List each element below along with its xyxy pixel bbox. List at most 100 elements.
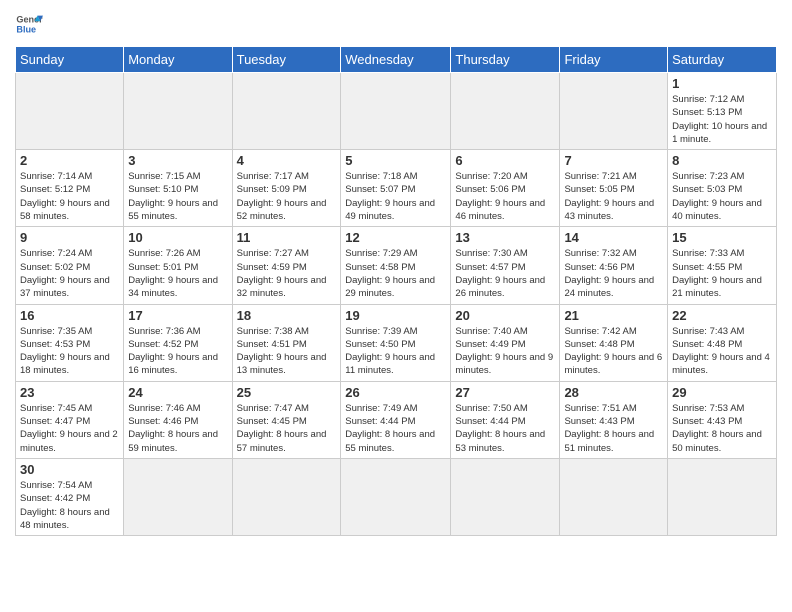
day-cell bbox=[232, 73, 341, 150]
week-row-5: 30 Sunrise: 7:54 AM Sunset: 4:42 PM Dayli… bbox=[16, 458, 777, 535]
day-info: Sunrise: 7:51 AM Sunset: 4:43 PM Dayligh… bbox=[564, 402, 663, 455]
day-number: 12 bbox=[345, 230, 446, 245]
day-cell: 7 Sunrise: 7:21 AM Sunset: 5:05 PM Daylig… bbox=[560, 150, 668, 227]
day-cell bbox=[16, 73, 124, 150]
day-number: 10 bbox=[128, 230, 227, 245]
day-info: Sunrise: 7:23 AM Sunset: 5:03 PM Dayligh… bbox=[672, 170, 772, 223]
weekday-monday: Monday bbox=[124, 47, 232, 73]
week-row-0: 1Sunrise: 7:12 AM Sunset: 5:13 PM Daylig… bbox=[16, 73, 777, 150]
day-cell: 22 Sunrise: 7:43 AM Sunset: 4:48 PM Dayli… bbox=[668, 304, 777, 381]
day-info: Sunrise: 7:46 AM Sunset: 4:46 PM Dayligh… bbox=[128, 402, 227, 455]
day-number: 24 bbox=[128, 385, 227, 400]
day-number: 21 bbox=[564, 308, 663, 323]
logo-icon: General Blue bbox=[15, 10, 43, 38]
week-row-3: 16 Sunrise: 7:35 AM Sunset: 4:53 PM Dayli… bbox=[16, 304, 777, 381]
day-cell: 8 Sunrise: 7:23 AM Sunset: 5:03 PM Daylig… bbox=[668, 150, 777, 227]
day-cell bbox=[668, 458, 777, 535]
day-info: Sunrise: 7:26 AM Sunset: 5:01 PM Dayligh… bbox=[128, 247, 227, 300]
day-cell: 12 Sunrise: 7:29 AM Sunset: 4:58 PM Dayli… bbox=[341, 227, 451, 304]
day-info: Sunrise: 7:50 AM Sunset: 4:44 PM Dayligh… bbox=[455, 402, 555, 455]
day-cell: 25 Sunrise: 7:47 AM Sunset: 4:45 PM Dayli… bbox=[232, 381, 341, 458]
day-info: Sunrise: 7:21 AM Sunset: 5:05 PM Dayligh… bbox=[564, 170, 663, 223]
logo: General Blue bbox=[15, 10, 35, 38]
day-info: Sunrise: 7:43 AM Sunset: 4:48 PM Dayligh… bbox=[672, 325, 772, 378]
day-info: Sunrise: 7:54 AM Sunset: 4:42 PM Dayligh… bbox=[20, 479, 119, 532]
day-cell: 15Sunrise: 7:33 AM Sunset: 4:55 PM Dayli… bbox=[668, 227, 777, 304]
day-info: Sunrise: 7:40 AM Sunset: 4:49 PM Dayligh… bbox=[455, 325, 555, 378]
day-info: Sunrise: 7:24 AM Sunset: 5:02 PM Dayligh… bbox=[20, 247, 119, 300]
day-info: Sunrise: 7:17 AM Sunset: 5:09 PM Dayligh… bbox=[237, 170, 337, 223]
day-cell: 11Sunrise: 7:27 AM Sunset: 4:59 PM Dayli… bbox=[232, 227, 341, 304]
day-cell: 17 Sunrise: 7:36 AM Sunset: 4:52 PM Dayli… bbox=[124, 304, 232, 381]
day-cell: 19 Sunrise: 7:39 AM Sunset: 4:50 PM Dayli… bbox=[341, 304, 451, 381]
day-cell: 4 Sunrise: 7:17 AM Sunset: 5:09 PM Daylig… bbox=[232, 150, 341, 227]
day-info: Sunrise: 7:35 AM Sunset: 4:53 PM Dayligh… bbox=[20, 325, 119, 378]
day-info: Sunrise: 7:49 AM Sunset: 4:44 PM Dayligh… bbox=[345, 402, 446, 455]
day-info: Sunrise: 7:45 AM Sunset: 4:47 PM Dayligh… bbox=[20, 402, 119, 455]
day-number: 30 bbox=[20, 462, 119, 477]
day-info: Sunrise: 7:36 AM Sunset: 4:52 PM Dayligh… bbox=[128, 325, 227, 378]
day-cell: 13 Sunrise: 7:30 AM Sunset: 4:57 PM Dayli… bbox=[451, 227, 560, 304]
day-number: 8 bbox=[672, 153, 772, 168]
day-cell: 1Sunrise: 7:12 AM Sunset: 5:13 PM Daylig… bbox=[668, 73, 777, 150]
day-number: 13 bbox=[455, 230, 555, 245]
day-info: Sunrise: 7:14 AM Sunset: 5:12 PM Dayligh… bbox=[20, 170, 119, 223]
day-number: 22 bbox=[672, 308, 772, 323]
header-area: General Blue bbox=[15, 10, 777, 38]
day-number: 25 bbox=[237, 385, 337, 400]
day-cell: 14 Sunrise: 7:32 AM Sunset: 4:56 PM Dayli… bbox=[560, 227, 668, 304]
day-cell bbox=[451, 73, 560, 150]
day-number: 17 bbox=[128, 308, 227, 323]
day-number: 26 bbox=[345, 385, 446, 400]
week-row-2: 9 Sunrise: 7:24 AM Sunset: 5:02 PM Daylig… bbox=[16, 227, 777, 304]
day-number: 29 bbox=[672, 385, 772, 400]
weekday-sunday: Sunday bbox=[16, 47, 124, 73]
day-number: 9 bbox=[20, 230, 119, 245]
day-number: 27 bbox=[455, 385, 555, 400]
weekday-friday: Friday bbox=[560, 47, 668, 73]
day-cell: 3 Sunrise: 7:15 AM Sunset: 5:10 PM Daylig… bbox=[124, 150, 232, 227]
week-row-1: 2 Sunrise: 7:14 AM Sunset: 5:12 PM Daylig… bbox=[16, 150, 777, 227]
day-number: 19 bbox=[345, 308, 446, 323]
day-info: Sunrise: 7:53 AM Sunset: 4:43 PM Dayligh… bbox=[672, 402, 772, 455]
day-number: 4 bbox=[237, 153, 337, 168]
weekday-header-row: SundayMondayTuesdayWednesdayThursdayFrid… bbox=[16, 47, 777, 73]
day-number: 18 bbox=[237, 308, 337, 323]
day-number: 3 bbox=[128, 153, 227, 168]
day-info: Sunrise: 7:20 AM Sunset: 5:06 PM Dayligh… bbox=[455, 170, 555, 223]
day-cell: 23Sunrise: 7:45 AM Sunset: 4:47 PM Dayli… bbox=[16, 381, 124, 458]
day-info: Sunrise: 7:38 AM Sunset: 4:51 PM Dayligh… bbox=[237, 325, 337, 378]
day-info: Sunrise: 7:29 AM Sunset: 4:58 PM Dayligh… bbox=[345, 247, 446, 300]
day-number: 16 bbox=[20, 308, 119, 323]
day-cell bbox=[560, 73, 668, 150]
day-cell: 5Sunrise: 7:18 AM Sunset: 5:07 PM Daylig… bbox=[341, 150, 451, 227]
day-cell: 28Sunrise: 7:51 AM Sunset: 4:43 PM Dayli… bbox=[560, 381, 668, 458]
day-cell: 10 Sunrise: 7:26 AM Sunset: 5:01 PM Dayli… bbox=[124, 227, 232, 304]
day-number: 2 bbox=[20, 153, 119, 168]
day-info: Sunrise: 7:47 AM Sunset: 4:45 PM Dayligh… bbox=[237, 402, 337, 455]
svg-text:Blue: Blue bbox=[16, 24, 36, 34]
day-cell: 24 Sunrise: 7:46 AM Sunset: 4:46 PM Dayli… bbox=[124, 381, 232, 458]
day-cell: 18 Sunrise: 7:38 AM Sunset: 4:51 PM Dayli… bbox=[232, 304, 341, 381]
day-cell: 30 Sunrise: 7:54 AM Sunset: 4:42 PM Dayli… bbox=[16, 458, 124, 535]
day-number: 15 bbox=[672, 230, 772, 245]
day-cell: 27 Sunrise: 7:50 AM Sunset: 4:44 PM Dayli… bbox=[451, 381, 560, 458]
day-cell bbox=[124, 73, 232, 150]
day-number: 7 bbox=[564, 153, 663, 168]
day-info: Sunrise: 7:15 AM Sunset: 5:10 PM Dayligh… bbox=[128, 170, 227, 223]
day-number: 14 bbox=[564, 230, 663, 245]
weekday-wednesday: Wednesday bbox=[341, 47, 451, 73]
day-cell: 21 Sunrise: 7:42 AM Sunset: 4:48 PM Dayli… bbox=[560, 304, 668, 381]
day-info: Sunrise: 7:30 AM Sunset: 4:57 PM Dayligh… bbox=[455, 247, 555, 300]
day-number: 6 bbox=[455, 153, 555, 168]
day-info: Sunrise: 7:39 AM Sunset: 4:50 PM Dayligh… bbox=[345, 325, 446, 378]
day-info: Sunrise: 7:32 AM Sunset: 4:56 PM Dayligh… bbox=[564, 247, 663, 300]
day-info: Sunrise: 7:42 AM Sunset: 4:48 PM Dayligh… bbox=[564, 325, 663, 378]
day-cell: 9 Sunrise: 7:24 AM Sunset: 5:02 PM Daylig… bbox=[16, 227, 124, 304]
weekday-saturday: Saturday bbox=[668, 47, 777, 73]
day-info: Sunrise: 7:27 AM Sunset: 4:59 PM Dayligh… bbox=[237, 247, 337, 300]
day-cell bbox=[451, 458, 560, 535]
day-info: Sunrise: 7:12 AM Sunset: 5:13 PM Dayligh… bbox=[672, 93, 772, 146]
weekday-thursday: Thursday bbox=[451, 47, 560, 73]
day-cell: 6 Sunrise: 7:20 AM Sunset: 5:06 PM Daylig… bbox=[451, 150, 560, 227]
